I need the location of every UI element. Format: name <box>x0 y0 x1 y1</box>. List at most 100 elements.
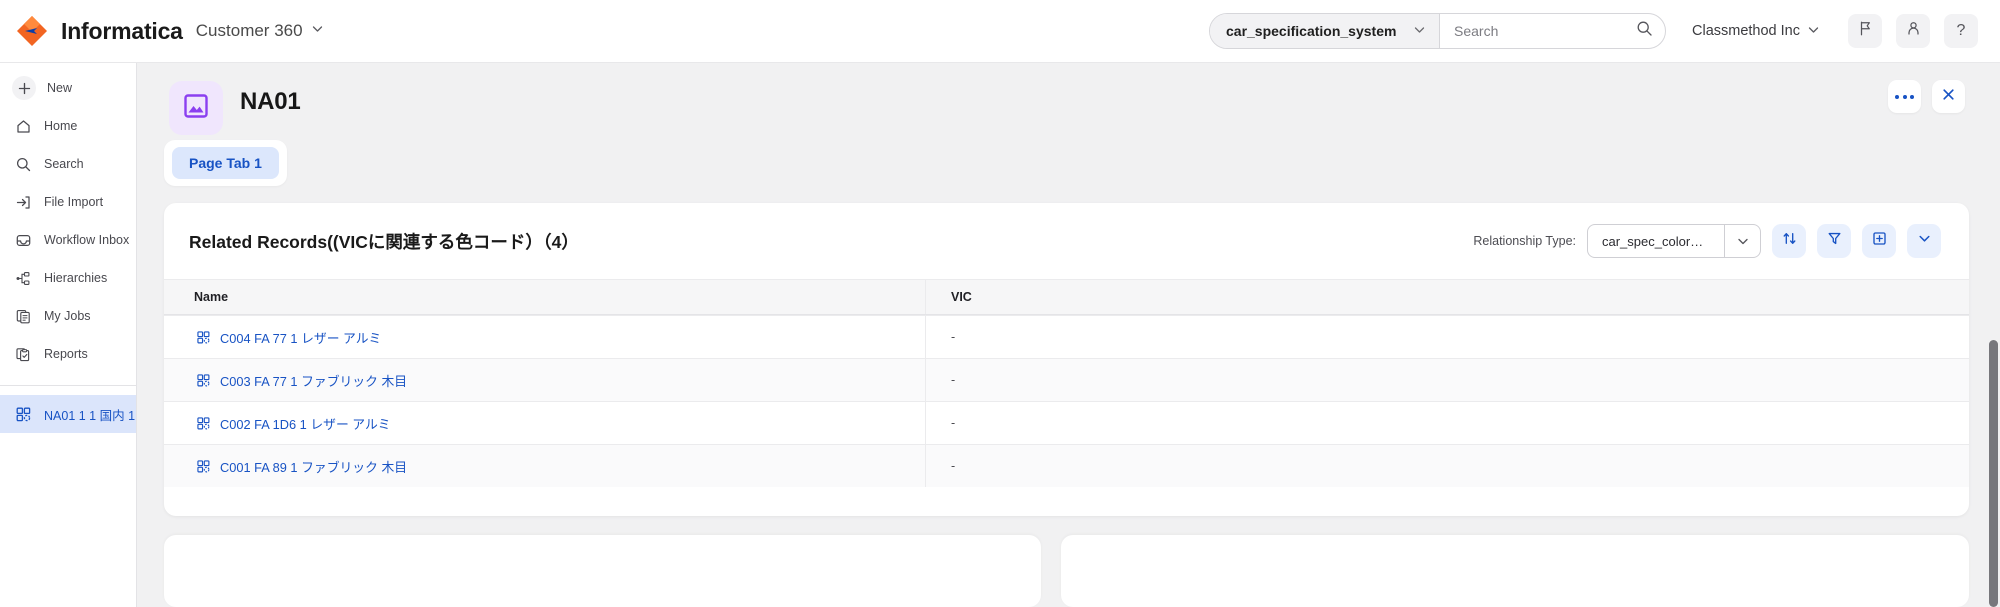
search-icon <box>14 155 33 174</box>
relationship-type-select[interactable]: car_spec_color_relati… <box>1587 224 1761 258</box>
vic-value: - <box>951 330 956 344</box>
add-button[interactable] <box>1862 224 1896 258</box>
chevron-down-icon <box>1724 225 1760 257</box>
record-grid-icon <box>196 330 211 345</box>
close-button[interactable] <box>1932 80 1965 113</box>
sort-button[interactable] <box>1772 224 1806 258</box>
table-row[interactable]: C004 FA 77 1 レザー アルミ - <box>164 315 1969 358</box>
related-records-title: Related Records((VICに関連する色コード）（4） <box>189 231 579 252</box>
left-sidebar: New Home Search File Import Workflow Inb… <box>0 63 137 607</box>
inbox-icon <box>14 231 33 250</box>
record-grid-icon <box>196 373 211 388</box>
column-header-name: Name <box>164 280 926 314</box>
sidebar-item-label: Home <box>44 119 78 133</box>
sidebar-item-label: My Jobs <box>44 309 91 323</box>
header-right-cluster: car_specification_system Classmethod Inc <box>1209 13 2000 49</box>
flag-button[interactable] <box>1848 14 1882 48</box>
related-records-card: Related Records((VICに関連する色コード）（4） Relati… <box>164 203 1969 516</box>
global-search-group: car_specification_system <box>1209 13 1666 49</box>
plus-icon <box>12 76 36 100</box>
bottom-card-right <box>1061 535 1969 607</box>
reports-icon <box>14 345 33 364</box>
record-link[interactable]: C004 FA 77 1 レザー アルミ <box>220 328 381 347</box>
jobs-icon <box>14 307 33 326</box>
record-link[interactable]: C001 FA 89 1 ファブリック 木目 <box>220 457 407 476</box>
vic-value: - <box>951 459 956 473</box>
related-records-header: Related Records((VICに関連する色コード）（4） Relati… <box>164 203 1969 279</box>
organization-name: Classmethod Inc <box>1692 23 1800 39</box>
sidebar-item-search[interactable]: Search <box>0 145 136 183</box>
system-selector[interactable]: car_specification_system <box>1210 14 1440 48</box>
vertical-scrollbar-thumb[interactable] <box>1989 340 1998 607</box>
help-button[interactable]: ? <box>1944 14 1978 48</box>
user-profile-button[interactable] <box>1896 14 1930 48</box>
brand-area[interactable]: Informatica Customer 360 <box>0 13 324 49</box>
chevron-down-icon <box>1916 230 1933 252</box>
cell-name: C003 FA 77 1 ファブリック 木目 <box>164 359 926 401</box>
column-header-vic: VIC <box>951 290 972 304</box>
organization-selector[interactable]: Classmethod Inc <box>1692 23 1820 40</box>
file-import-icon <box>14 193 33 212</box>
sidebar-divider <box>0 385 136 386</box>
sidebar-item-new[interactable]: New <box>0 69 136 107</box>
sidebar-item-label: Workflow Inbox <box>44 233 130 247</box>
record-grid-icon <box>196 416 211 431</box>
table-row[interactable]: C001 FA 89 1 ファブリック 木目 - <box>164 444 1969 487</box>
help-icon: ? <box>1956 22 1966 39</box>
sort-arrows-icon <box>1781 230 1798 252</box>
cell-vic: - <box>926 402 1969 444</box>
vic-value: - <box>951 416 956 430</box>
cell-name: C002 FA 1D6 1 レザー アルミ <box>164 402 926 444</box>
cell-name: C001 FA 89 1 ファブリック 木目 <box>164 445 926 487</box>
hierarchy-icon <box>14 269 33 288</box>
sidebar-item-label: NA01 1 1 国内 1 <box>44 408 136 423</box>
ellipsis-icon <box>1895 94 1914 99</box>
vic-value: - <box>951 373 956 387</box>
sidebar-item-my-jobs[interactable]: My Jobs <box>0 297 136 335</box>
record-link[interactable]: C003 FA 77 1 ファブリック 木目 <box>220 371 407 390</box>
bottom-card-left <box>164 535 1041 607</box>
table-row[interactable]: C002 FA 1D6 1 レザー アルミ - <box>164 401 1969 444</box>
chevron-down-icon <box>1413 23 1426 39</box>
sidebar-item-label: Hierarchies <box>44 271 108 285</box>
main-canvas: NA01 Page Tab 1 Related Records((VICに関連す… <box>137 63 2000 607</box>
sidebar-item-home[interactable]: Home <box>0 107 136 145</box>
cell-vic: - <box>926 359 1969 401</box>
chevron-down-icon[interactable] <box>311 22 324 40</box>
sidebar-item-label: New <box>47 81 73 95</box>
informatica-logo-icon <box>14 13 50 49</box>
record-header: NA01 Page Tab 1 <box>137 63 2000 191</box>
related-records-toolbar: Relationship Type: car_spec_color_relati… <box>1473 224 1941 258</box>
avatar <box>169 81 223 135</box>
system-selector-value: car_specification_system <box>1226 23 1397 39</box>
cell-vic: - <box>926 445 1969 487</box>
table-row[interactable]: C003 FA 77 1 ファブリック 木目 - <box>164 358 1969 401</box>
close-icon <box>1941 87 1956 107</box>
search-icon[interactable] <box>1636 20 1653 42</box>
top-header-bar: Informatica Customer 360 car_specificati… <box>0 0 2000 63</box>
record-grid-icon <box>14 405 33 424</box>
sidebar-item-label: File Import <box>44 195 104 209</box>
tab-page-tab-1[interactable]: Page Tab 1 <box>172 147 279 179</box>
sidebar-item-label: Search <box>44 157 84 171</box>
sidebar-item-workflow-inbox[interactable]: Workflow Inbox <box>0 221 136 259</box>
sidebar-item-na01-record[interactable]: NA01 1 1 国内 1 <box>0 395 136 433</box>
home-icon <box>14 117 33 136</box>
expand-button[interactable] <box>1907 224 1941 258</box>
filter-button[interactable] <box>1817 224 1851 258</box>
chevron-down-icon <box>1807 23 1820 40</box>
search-input[interactable] <box>1454 23 1636 39</box>
related-records-table: Name VIC C004 FA 77 1 レザー アルミ - C003 FA … <box>164 279 1969 487</box>
record-link[interactable]: C002 FA 1D6 1 レザー アルミ <box>220 414 391 433</box>
sidebar-item-hierarchies[interactable]: Hierarchies <box>0 259 136 297</box>
sidebar-item-reports[interactable]: Reports <box>0 335 136 373</box>
global-search-field <box>1440 14 1665 48</box>
record-action-buttons <box>1888 80 1965 113</box>
brand-name: Informatica <box>61 17 183 44</box>
page-tab-strip: Page Tab 1 <box>164 140 287 186</box>
more-options-button[interactable] <box>1888 80 1921 113</box>
relationship-type-value: car_spec_color_relati… <box>1602 233 1724 249</box>
sidebar-item-file-import[interactable]: File Import <box>0 183 136 221</box>
cell-name: C004 FA 77 1 レザー アルミ <box>164 316 926 358</box>
table-header-row: Name VIC <box>164 279 1969 315</box>
